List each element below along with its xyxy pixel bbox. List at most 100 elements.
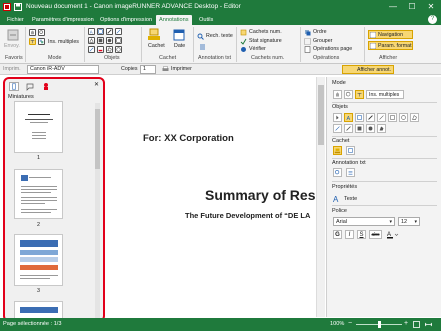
rp-polygon-icon[interactable]: [410, 113, 419, 122]
rp-marker-icon[interactable]: [366, 113, 375, 122]
font-select[interactable]: Arial ▾: [333, 217, 395, 226]
font-size-select[interactable]: 12 ▾: [398, 217, 420, 226]
minimize-button[interactable]: —: [383, 0, 403, 14]
rp-textbox-icon[interactable]: [355, 113, 364, 122]
save-icon[interactable]: [14, 3, 22, 11]
stat-signature-button[interactable]: Stat signature: [249, 38, 282, 44]
cachets-num-button[interactable]: Cachets num.: [249, 29, 282, 35]
thumbnail-page-2[interactable]: [14, 169, 63, 219]
scrollbar-thumb[interactable]: [318, 85, 324, 145]
date-button[interactable]: Date: [174, 43, 185, 49]
stamp-icon[interactable]: [147, 28, 161, 41]
tab-options-impression[interactable]: Options d'impression: [97, 15, 155, 25]
close-button[interactable]: ✕: [421, 0, 441, 14]
print-button[interactable]: Imprimer: [171, 66, 192, 72]
status-selection: Page sélectionnée : 1/3: [3, 321, 62, 327]
ordre-button[interactable]: Ordre: [313, 29, 327, 35]
italic-button[interactable]: I: [345, 230, 354, 239]
font-color-icon[interactable]: A: [386, 230, 399, 239]
date-icon[interactable]: [172, 28, 186, 41]
navigation-icon: [370, 32, 376, 38]
comments-tab-icon[interactable]: [25, 82, 35, 91]
rp-rect-icon[interactable]: [388, 113, 397, 122]
tab-annotations[interactable]: Annotations: [156, 15, 192, 25]
rectangle-text-icon[interactable]: [97, 28, 104, 35]
rp-pen-icon[interactable]: [344, 124, 353, 133]
show-annotations-toggle[interactable]: Afficher annot.: [342, 65, 394, 74]
multi-insert-icon[interactable]: [38, 38, 45, 45]
rp-annot-list-icon[interactable]: [346, 168, 355, 177]
copies-input[interactable]: 1: [140, 65, 156, 74]
send-icon[interactable]: [6, 29, 20, 42]
rech-texte-button[interactable]: Rech. texte: [206, 33, 233, 39]
rp-zoom-icon[interactable]: [344, 90, 353, 99]
help-button[interactable]: ?: [428, 15, 437, 24]
line-icon[interactable]: [115, 28, 122, 35]
format-settings-toggle[interactable]: Param. format: [368, 41, 413, 50]
pen-icon[interactable]: [88, 46, 95, 53]
order-icon[interactable]: [304, 29, 311, 36]
rp-arrow-icon[interactable]: [333, 124, 342, 133]
rp-select-icon[interactable]: [355, 90, 364, 99]
zoom-in-icon[interactable]: +: [404, 320, 408, 327]
text-object-icon[interactable]: A: [88, 28, 95, 35]
rp-filled-polygon-icon[interactable]: [377, 124, 386, 133]
operations-page-button[interactable]: Opérations page: [313, 46, 352, 52]
rp-text-icon[interactable]: A: [344, 113, 353, 122]
navigation-toggle[interactable]: Navigation: [368, 30, 413, 39]
rp-line-icon[interactable]: [377, 113, 386, 122]
rp-hand-icon[interactable]: [333, 90, 342, 99]
close-panel-button[interactable]: ✕: [94, 81, 99, 88]
grouper-button[interactable]: Grouper: [313, 38, 332, 44]
circle-icon[interactable]: [115, 46, 122, 53]
rp-ellipse-icon[interactable]: [399, 113, 408, 122]
zoom-icon[interactable]: [38, 29, 45, 36]
square-icon[interactable]: [115, 37, 122, 44]
rp-filled-circle-icon[interactable]: [366, 124, 375, 133]
rp-annot-search-icon[interactable]: [333, 168, 342, 177]
strikethrough-button[interactable]: abc: [369, 230, 382, 239]
verifier-button[interactable]: Vérifier: [249, 46, 266, 52]
rp-date-stamp-icon[interactable]: [346, 146, 355, 155]
list-icon[interactable]: [199, 43, 206, 50]
zoom-slider-thumb[interactable]: [378, 321, 381, 328]
tab-outils[interactable]: Outils: [196, 15, 216, 25]
printer-select[interactable]: Canon iR-ADV: [27, 65, 99, 74]
search-text-icon[interactable]: [197, 33, 204, 40]
hand-icon[interactable]: [29, 29, 36, 36]
rp-stamp-icon[interactable]: [333, 146, 342, 155]
scrollbar-thumb[interactable]: [95, 109, 100, 169]
page-ops-icon[interactable]: [304, 46, 311, 53]
stamp-tab-icon[interactable]: [41, 82, 51, 91]
thumbnails-tab-icon[interactable]: [9, 82, 19, 91]
digital-stamp-icon[interactable]: [240, 29, 247, 36]
thumbnail-page-1[interactable]: [14, 101, 63, 153]
document-canvas[interactable]: For: XX Corporation Summary of Res The F…: [107, 77, 315, 317]
bold-button[interactable]: G: [333, 230, 342, 239]
fit-width-icon[interactable]: [425, 321, 432, 328]
shape-icon[interactable]: [88, 37, 95, 44]
cachet-button[interactable]: Cachet: [148, 43, 165, 49]
thumbnail-page-3[interactable]: [14, 234, 63, 286]
polygon-icon[interactable]: [106, 46, 113, 53]
ins-multiples-label[interactable]: Ins. multiples: [48, 39, 79, 45]
maximize-button[interactable]: ☐: [402, 0, 422, 14]
thumbnail-scrollbar[interactable]: [95, 103, 100, 320]
zoom-out-icon[interactable]: −: [348, 320, 352, 327]
ellipse-icon[interactable]: [106, 37, 113, 44]
group-icon[interactable]: [304, 38, 311, 45]
highlighter-icon[interactable]: [106, 28, 113, 35]
rp-multi-insert-button[interactable]: Ins. multiples: [366, 90, 404, 99]
signature-status-icon[interactable]: [240, 38, 247, 45]
underline-button[interactable]: S: [357, 230, 366, 239]
text-select-icon[interactable]: [29, 38, 36, 45]
filled-rect-icon[interactable]: [97, 37, 104, 44]
rp-filled-rect-icon[interactable]: [355, 124, 364, 133]
rp-pointer-icon[interactable]: [333, 113, 342, 122]
verify-icon[interactable]: [240, 46, 247, 53]
tab-parametres-impression[interactable]: Paramètres d'impression: [29, 15, 97, 25]
fit-page-icon[interactable]: [413, 321, 420, 328]
fill-color-icon[interactable]: [97, 46, 104, 53]
document-scrollbar[interactable]: [316, 77, 325, 317]
tab-fichier[interactable]: Fichier: [4, 15, 27, 25]
